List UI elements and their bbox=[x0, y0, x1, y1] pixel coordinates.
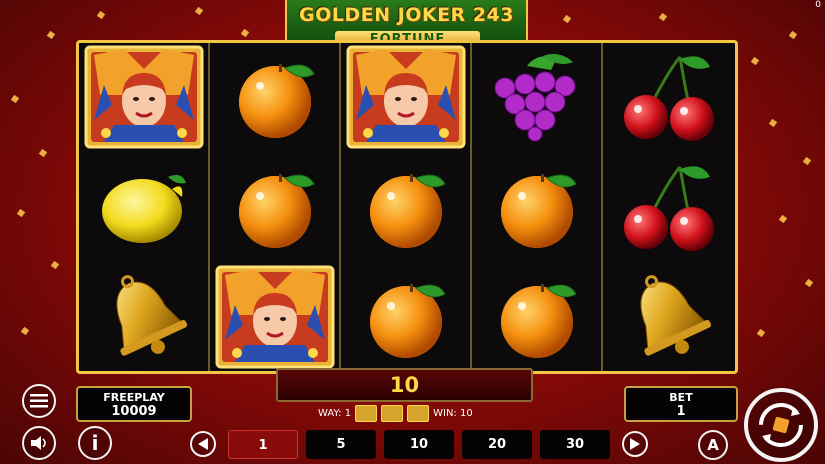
reel-column bbox=[210, 43, 339, 371]
confetti-piece bbox=[16, 208, 26, 218]
way-label: WAY: 1 bbox=[318, 407, 352, 419]
bell-symbol bbox=[603, 263, 732, 371]
lemon-symbol bbox=[79, 153, 208, 261]
confetti-piece bbox=[194, 6, 204, 16]
reel-column bbox=[472, 43, 601, 371]
confetti-piece bbox=[50, 260, 60, 270]
confetti-piece bbox=[38, 148, 48, 158]
confetti-piece bbox=[756, 328, 766, 338]
bet-option-30[interactable]: 30 bbox=[540, 430, 610, 459]
cherry-symbol bbox=[603, 153, 732, 261]
reel-divider bbox=[601, 43, 603, 371]
reel-column bbox=[341, 43, 470, 371]
orange-symbol bbox=[210, 43, 339, 151]
bet-option-5[interactable]: 5 bbox=[306, 430, 376, 459]
bet-option-1[interactable]: 1 bbox=[228, 430, 298, 459]
bet-option-20[interactable]: 20 bbox=[462, 430, 532, 459]
confetti-piece bbox=[788, 30, 798, 40]
orange-symbol bbox=[341, 153, 470, 261]
bet-prev-button[interactable] bbox=[190, 431, 216, 457]
joker-mini-icon bbox=[407, 404, 430, 422]
bet-panel: BET 1 bbox=[624, 386, 738, 422]
orange-symbol bbox=[472, 263, 601, 371]
freeplay-label: FREEPLAY bbox=[103, 391, 165, 404]
grapes-symbol bbox=[472, 43, 601, 151]
confetti-piece bbox=[768, 118, 778, 128]
bell-symbol bbox=[79, 263, 208, 371]
confetti-piece bbox=[20, 326, 30, 336]
confetti-piece bbox=[96, 10, 106, 20]
hamburger-icon bbox=[30, 394, 48, 408]
confetti-piece bbox=[46, 30, 56, 40]
menu-button[interactable] bbox=[22, 384, 56, 418]
freeplay-value: 10009 bbox=[111, 404, 157, 419]
autoplay-icon: A bbox=[707, 436, 719, 454]
joker-mini-icon bbox=[355, 404, 378, 422]
win-label: WIN: 10 bbox=[433, 407, 473, 419]
joker-mini-icon bbox=[381, 404, 404, 422]
spin-arrows-icon bbox=[759, 403, 803, 447]
reel-grid bbox=[76, 40, 738, 374]
confetti-piece bbox=[10, 94, 20, 104]
reel-column bbox=[603, 43, 732, 371]
confetti-piece bbox=[562, 14, 572, 24]
corner-counter: 0 bbox=[815, 0, 821, 10]
confetti-piece bbox=[750, 56, 760, 66]
way-info-row: WAY: 1 WIN: 10 bbox=[318, 404, 508, 422]
info-icon: i bbox=[91, 431, 99, 455]
joker-symbol bbox=[79, 43, 208, 151]
autoplay-button[interactable]: A bbox=[698, 430, 728, 460]
info-button[interactable]: i bbox=[78, 426, 112, 460]
reel-column bbox=[79, 43, 208, 371]
confetti-piece bbox=[802, 156, 812, 166]
spin-button[interactable] bbox=[744, 388, 818, 462]
speaker-icon bbox=[31, 436, 46, 450]
bet-label: BET bbox=[669, 391, 693, 404]
freeplay-panel: FREEPLAY 10009 bbox=[76, 386, 192, 422]
orange-symbol bbox=[341, 263, 470, 371]
bet-value: 1 bbox=[676, 404, 686, 419]
confetti-piece bbox=[240, 28, 250, 38]
confetti-piece bbox=[804, 278, 814, 288]
orange-symbol bbox=[210, 153, 339, 261]
arrow-left-icon bbox=[198, 438, 208, 450]
confetti-piece bbox=[658, 12, 668, 22]
joker-symbol bbox=[210, 263, 339, 371]
bet-next-button[interactable] bbox=[622, 431, 648, 457]
reel-divider bbox=[470, 43, 472, 371]
win-amount-display: 10 bbox=[276, 368, 533, 402]
bet-option-10[interactable]: 10 bbox=[384, 430, 454, 459]
reel-divider bbox=[208, 43, 210, 371]
orange-symbol bbox=[472, 153, 601, 261]
confetti-piece bbox=[778, 214, 788, 224]
reel-divider bbox=[339, 43, 341, 371]
arrow-right-icon bbox=[630, 438, 640, 450]
joker-symbol bbox=[341, 43, 470, 151]
logo-title: GOLDEN JOKER 243 bbox=[299, 4, 514, 26]
sound-button[interactable] bbox=[22, 426, 56, 460]
cherry-symbol bbox=[603, 43, 732, 151]
